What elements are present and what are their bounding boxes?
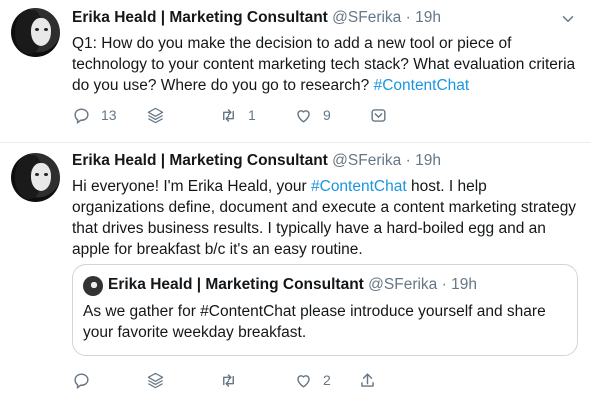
author-name[interactable]: Erika Heald | Marketing Consultant: [72, 152, 328, 169]
author-handle[interactable]: @SFerika: [332, 9, 401, 26]
retweet-icon: [223, 108, 234, 122]
layers-icon: [147, 107, 164, 123]
avatar[interactable]: [11, 8, 60, 57]
share-icon: [371, 108, 386, 122]
like-icon: [297, 109, 310, 123]
timestamp[interactable]: 19h: [415, 9, 441, 26]
tweet-text-body: Q1: How do you make the decision to add …: [72, 35, 576, 94]
separator: ·: [405, 9, 411, 26]
tweet[interactable]: Erika Heald | Marketing Consultant @SFer…: [0, 142, 591, 400]
quoted-text: As we gather for #ContentChat please int…: [83, 303, 546, 341]
author-name[interactable]: Erika Heald | Marketing Consultant: [72, 9, 328, 26]
tweet[interactable]: Erika Heald | Marketing Consultant @SFer…: [0, 0, 591, 142]
tweet-actions: 13 1 9: [72, 103, 572, 127]
reply-count: 13: [101, 107, 117, 123]
quoted-timestamp: 19h: [451, 276, 477, 293]
reply-button[interactable]: 13: [72, 103, 117, 127]
reply-icon: [74, 107, 89, 124]
tweet-text-body: Hi everyone! I'm Erika Heald, your: [72, 178, 311, 195]
tweet-header: Erika Heald | Marketing Consultant @SFer…: [72, 8, 441, 28]
retweet-icon: [223, 373, 234, 387]
layers-icon: [147, 372, 164, 388]
retweet-count: 1: [248, 107, 256, 123]
share-icon: [361, 372, 374, 387]
like-count: 2: [323, 372, 331, 388]
quoted-avatar: [83, 276, 103, 296]
quoted-header: Erika Heald | Marketing Consultant @SFer…: [108, 275, 477, 295]
like-button[interactable]: 2: [294, 368, 331, 392]
chevron-down-icon[interactable]: [559, 10, 577, 28]
reply-icon: [74, 372, 89, 389]
retweet-button[interactable]: [219, 368, 248, 392]
quoted-author-name: Erika Heald | Marketing Consultant: [108, 276, 364, 293]
like-button[interactable]: 9: [294, 103, 331, 127]
share-button[interactable]: [358, 368, 377, 392]
separator: ·: [405, 152, 411, 169]
share-button[interactable]: [369, 103, 388, 127]
retweet-button[interactable]: 1: [219, 103, 256, 127]
avatar[interactable]: [11, 153, 60, 202]
hashtag-link[interactable]: #ContentChat: [374, 77, 470, 94]
author-handle[interactable]: @SFerika: [332, 152, 401, 169]
tweet-header: Erika Heald | Marketing Consultant @SFer…: [72, 151, 441, 171]
tweet-actions: 2: [72, 368, 572, 392]
reply-button[interactable]: [72, 368, 101, 392]
layers-button[interactable]: [146, 368, 165, 392]
like-count: 9: [323, 107, 331, 123]
timestamp[interactable]: 19h: [415, 152, 441, 169]
layers-button[interactable]: [146, 103, 165, 127]
hashtag-link[interactable]: #ContentChat: [311, 178, 407, 195]
like-icon: [297, 374, 310, 388]
tweet-text: Q1: How do you make the decision to add …: [72, 33, 577, 96]
separator: ·: [441, 276, 447, 293]
tweet-text: Hi everyone! I'm Erika Heald, your #Cont…: [72, 176, 577, 260]
quoted-handle: @SFerika: [368, 276, 438, 293]
quoted-tweet[interactable]: Erika Heald | Marketing Consultant @SFer…: [72, 264, 578, 356]
